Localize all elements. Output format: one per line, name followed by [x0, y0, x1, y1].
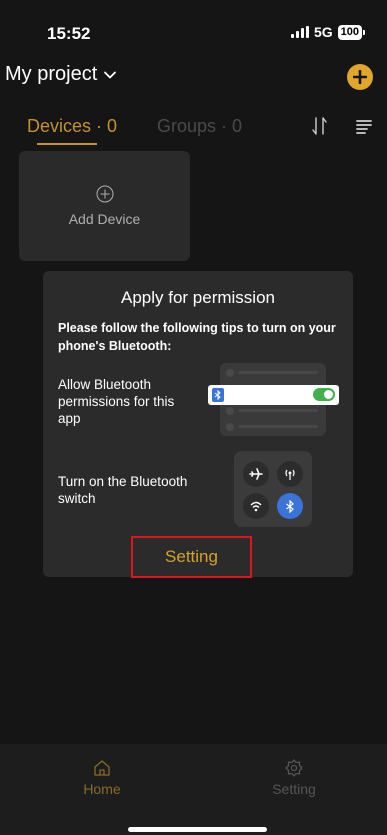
home-indicator — [128, 827, 267, 832]
nav-home[interactable]: Home — [62, 758, 142, 797]
bluetooth-toggle-icon — [277, 493, 303, 519]
nav-home-label: Home — [83, 781, 121, 797]
status-right: 5G 100 — [290, 24, 365, 40]
dialog-title: Apply for permission — [120, 288, 275, 307]
plus-circle-icon — [96, 185, 113, 203]
nav-setting-label: Setting — [272, 781, 316, 797]
add-device-card[interactable]: Add Device — [19, 151, 190, 261]
bottom-nav: Home Setting — [0, 744, 387, 835]
bluetooth-icon — [212, 388, 224, 402]
status-time: 15:52 — [47, 24, 91, 43]
network-label: 5G — [313, 24, 333, 40]
tab-devices[interactable]: Devices · 0 — [27, 116, 117, 137]
airplane-icon — [243, 461, 269, 487]
setting-button[interactable]: Setting — [131, 536, 252, 578]
home-icon — [94, 760, 110, 776]
status-bar: 15:52 5G 100 — [0, 0, 387, 62]
permission-dialog: Apply for permission Please follow the f… — [43, 271, 353, 578]
tip-allow-permission: Allow Bluetooth permissions for this app — [58, 377, 175, 426]
signal-icon — [290, 26, 309, 38]
cellular-icon — [277, 461, 303, 487]
tip-turn-on-bluetooth: Turn on the Bluetooth switch — [58, 474, 188, 506]
dialog-subtitle: Please follow the following tips to turn… — [58, 321, 336, 353]
control-center-illustration — [234, 451, 312, 527]
gear-icon — [285, 759, 303, 777]
add-device-label: Add Device — [68, 211, 141, 227]
bluetooth-permission-row — [208, 385, 339, 405]
toggle-on-icon — [313, 388, 335, 401]
sort-icon[interactable] — [310, 116, 330, 136]
project-title: My project — [5, 63, 98, 85]
battery-icon: 100 — [337, 24, 365, 40]
tab-groups[interactable]: Groups · 0 — [157, 116, 242, 137]
list-menu-icon[interactable] — [356, 119, 372, 135]
project-selector[interactable]: My project — [5, 63, 117, 86]
add-project-button[interactable] — [347, 64, 373, 90]
wifi-icon — [243, 493, 269, 519]
plus-icon — [353, 70, 367, 84]
nav-setting[interactable]: Setting — [254, 758, 334, 797]
battery-level: 100 — [337, 24, 362, 40]
active-tab-indicator — [37, 143, 97, 145]
chevron-down-icon — [104, 71, 117, 78]
